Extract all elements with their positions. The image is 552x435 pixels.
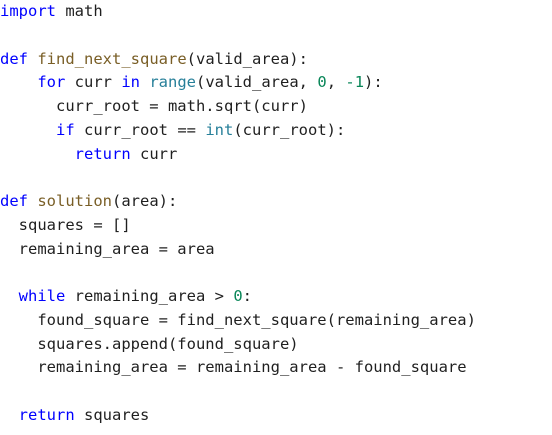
code-token: : <box>242 287 253 305</box>
code-block[interactable]: import math def find_next_square(valid_ar… <box>0 0 476 428</box>
code-line[interactable]: squares = [] <box>0 214 476 238</box>
code-line[interactable]: import math <box>0 0 476 24</box>
code-line[interactable]: for curr in range(valid_area, 0, -1): <box>0 71 476 95</box>
code-token: if <box>56 120 75 139</box>
code-token: return <box>18 405 75 424</box>
code-token: curr <box>130 144 178 163</box>
code-token: (area): <box>112 192 178 210</box>
code-token: while <box>18 287 66 305</box>
code-token: solution <box>37 192 112 210</box>
code-line[interactable]: def solution(area): <box>0 190 476 214</box>
code-line[interactable] <box>0 261 476 285</box>
code-line[interactable]: remaining_area = area <box>0 238 476 262</box>
code-line[interactable] <box>0 166 476 190</box>
code-token: ): <box>364 73 383 92</box>
code-line[interactable]: def find_next_square(valid_area): <box>0 48 476 72</box>
code-token: math <box>56 2 103 20</box>
code-line[interactable]: return curr <box>0 143 476 167</box>
code-line[interactable] <box>0 380 476 404</box>
code-editor[interactable]: import math def find_next_square(valid_ar… <box>0 0 552 435</box>
code-line[interactable]: squares.append(found_square) <box>0 333 476 357</box>
code-token: squares.append(found_square) <box>0 334 299 353</box>
code-token: range <box>149 73 197 92</box>
code-token: int <box>205 120 234 139</box>
code-token: def <box>0 192 28 210</box>
code-token: curr_root == <box>74 120 206 139</box>
code-line[interactable]: return squares <box>0 404 476 428</box>
code-token: found_square = find_next_square(remainin… <box>0 310 476 329</box>
code-token: curr <box>65 73 122 92</box>
code-token: 0 <box>317 73 327 92</box>
code-line[interactable]: if curr_root == int(curr_root): <box>0 119 476 143</box>
code-token: curr_root = math.sqrt(curr) <box>0 97 308 115</box>
code-token: for <box>37 73 66 92</box>
code-token: find_next_square <box>37 49 187 68</box>
code-token: (valid_area, <box>196 73 318 92</box>
code-token: remaining_area > <box>65 287 234 305</box>
code-line[interactable]: found_square = find_next_square(remainin… <box>0 309 476 333</box>
code-token: squares = [] <box>0 215 131 234</box>
code-token: def <box>0 49 28 68</box>
code-line[interactable]: remaining_area = remaining_area - found_… <box>0 356 476 380</box>
code-token: -1 <box>345 73 365 92</box>
code-token: import <box>0 2 56 20</box>
code-token: remaining_area = area <box>0 239 215 258</box>
code-line[interactable] <box>0 24 476 48</box>
code-token: return <box>74 144 131 163</box>
code-token: remaining_area = remaining_area - found_… <box>0 358 467 377</box>
code-token: (curr_root): <box>233 120 346 139</box>
code-token: 0 <box>233 287 243 305</box>
code-token: , <box>326 73 346 92</box>
code-line[interactable]: curr_root = math.sqrt(curr) <box>0 95 476 119</box>
code-token: (valid_area): <box>186 49 308 68</box>
code-token: squares <box>74 405 150 424</box>
code-line[interactable]: while remaining_area > 0: <box>0 285 476 309</box>
code-token: in <box>121 73 140 92</box>
